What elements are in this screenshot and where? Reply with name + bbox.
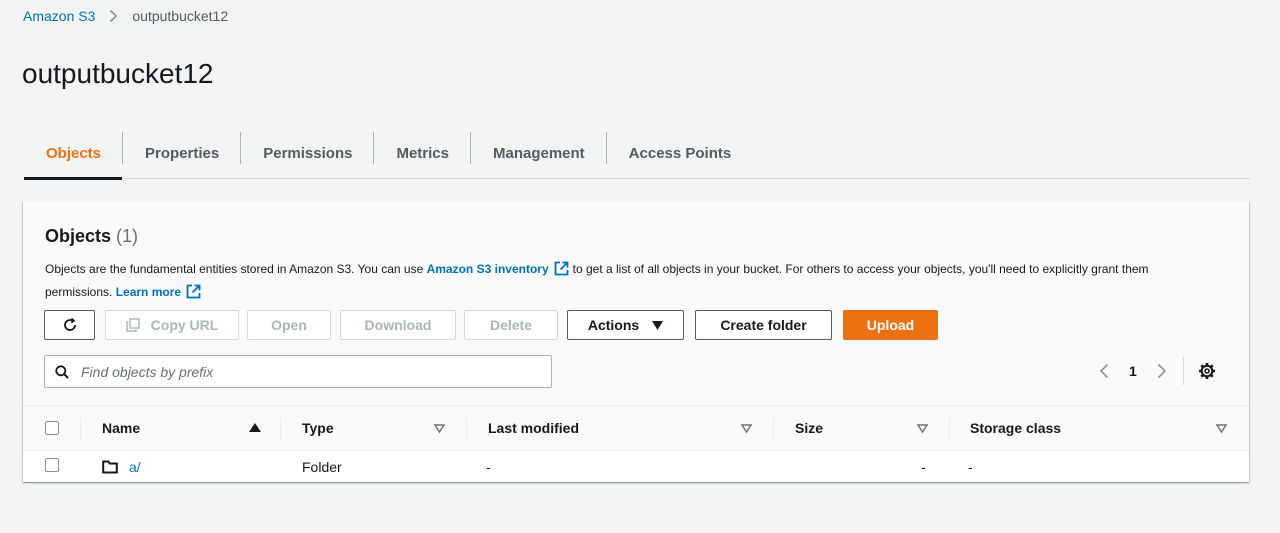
chevron-left-icon[interactable]	[1099, 363, 1109, 379]
copy-icon	[125, 318, 140, 332]
actions-dropdown[interactable]: Actions	[567, 310, 684, 340]
column-divider	[80, 418, 81, 440]
table-header: Name Type Last modified Size Storage cla…	[23, 405, 1249, 451]
object-storage-class: -	[968, 458, 973, 475]
breadcrumb: Amazon S3 outputbucket12	[23, 8, 228, 24]
column-divider	[773, 418, 774, 440]
pagination: 1	[1099, 356, 1216, 386]
breadcrumb-current: outputbucket12	[132, 8, 229, 24]
gear-icon[interactable]	[1198, 362, 1216, 380]
description-text-1: Objects are the fundamental entities sto…	[45, 262, 424, 276]
delete-button[interactable]: Delete	[464, 310, 558, 340]
page-title: outputbucket12	[22, 58, 214, 89]
sort-icon[interactable]	[741, 424, 752, 433]
objects-panel-title: Objects (1)	[45, 226, 138, 247]
chevron-right-icon[interactable]	[1157, 363, 1167, 379]
tab-bar: Objects Properties Permissions Metrics M…	[24, 128, 1250, 180]
tab-objects[interactable]: Objects	[24, 128, 123, 180]
sort-icon[interactable]	[917, 424, 928, 433]
objects-title-text: Objects	[45, 226, 112, 246]
search-icon	[45, 364, 79, 379]
folder-icon	[102, 451, 118, 482]
object-name-link[interactable]: a/	[129, 451, 141, 482]
copy-url-button[interactable]: Copy URL	[105, 310, 239, 340]
pagination-divider	[1182, 357, 1184, 385]
download-button[interactable]: Download	[340, 310, 456, 340]
sort-icon[interactable]	[434, 424, 445, 433]
objects-count: (1)	[116, 226, 139, 246]
object-size: -	[921, 458, 926, 475]
actions-label: Actions	[587, 317, 640, 333]
tab-permissions[interactable]: Permissions	[241, 128, 373, 178]
copy-url-label: Copy URL	[150, 317, 219, 333]
column-divider	[466, 418, 467, 440]
sort-icon[interactable]	[1216, 424, 1227, 433]
search-input[interactable]	[79, 362, 539, 381]
column-divider	[280, 418, 281, 440]
sort-asc-icon[interactable]	[249, 423, 261, 432]
column-header-storage-class[interactable]: Storage class	[970, 406, 1061, 450]
column-divider	[949, 418, 950, 440]
upload-button[interactable]: Upload	[843, 310, 938, 340]
page-number[interactable]: 1	[1129, 363, 1137, 379]
learn-more-link[interactable]: Learn more	[116, 285, 181, 299]
column-header-type[interactable]: Type	[302, 406, 334, 450]
column-header-name[interactable]: Name	[102, 406, 140, 450]
refresh-icon	[62, 317, 78, 333]
tab-access-points[interactable]: Access Points	[607, 128, 753, 178]
external-link-icon	[554, 261, 569, 282]
external-link-icon	[186, 284, 201, 305]
breadcrumb-amazon-s3[interactable]: Amazon S3	[23, 8, 95, 24]
tab-metrics[interactable]: Metrics	[374, 128, 470, 178]
row-checkbox[interactable]	[45, 458, 59, 472]
tab-properties[interactable]: Properties	[123, 128, 240, 178]
select-all-checkbox[interactable]	[45, 421, 59, 435]
chevron-right-icon	[109, 9, 118, 23]
objects-description: Objects are the fundamental entities sto…	[45, 259, 1215, 305]
create-folder-button[interactable]: Create folder	[695, 310, 832, 340]
object-type: Folder	[302, 458, 342, 475]
objects-panel: Objects (1) Objects are the fundamental …	[23, 201, 1249, 482]
open-button[interactable]: Open	[247, 310, 331, 340]
amazon-s3-inventory-link[interactable]: Amazon S3 inventory	[427, 262, 549, 276]
column-header-last-modified[interactable]: Last modified	[488, 406, 579, 450]
table-row: a/ Folder - - -	[23, 451, 1249, 482]
column-header-size[interactable]: Size	[795, 406, 823, 450]
object-last-modified: -	[486, 458, 491, 475]
refresh-button[interactable]	[44, 310, 95, 340]
caret-down-icon	[652, 320, 664, 330]
tab-management[interactable]: Management	[471, 128, 606, 178]
search-box	[44, 355, 552, 388]
